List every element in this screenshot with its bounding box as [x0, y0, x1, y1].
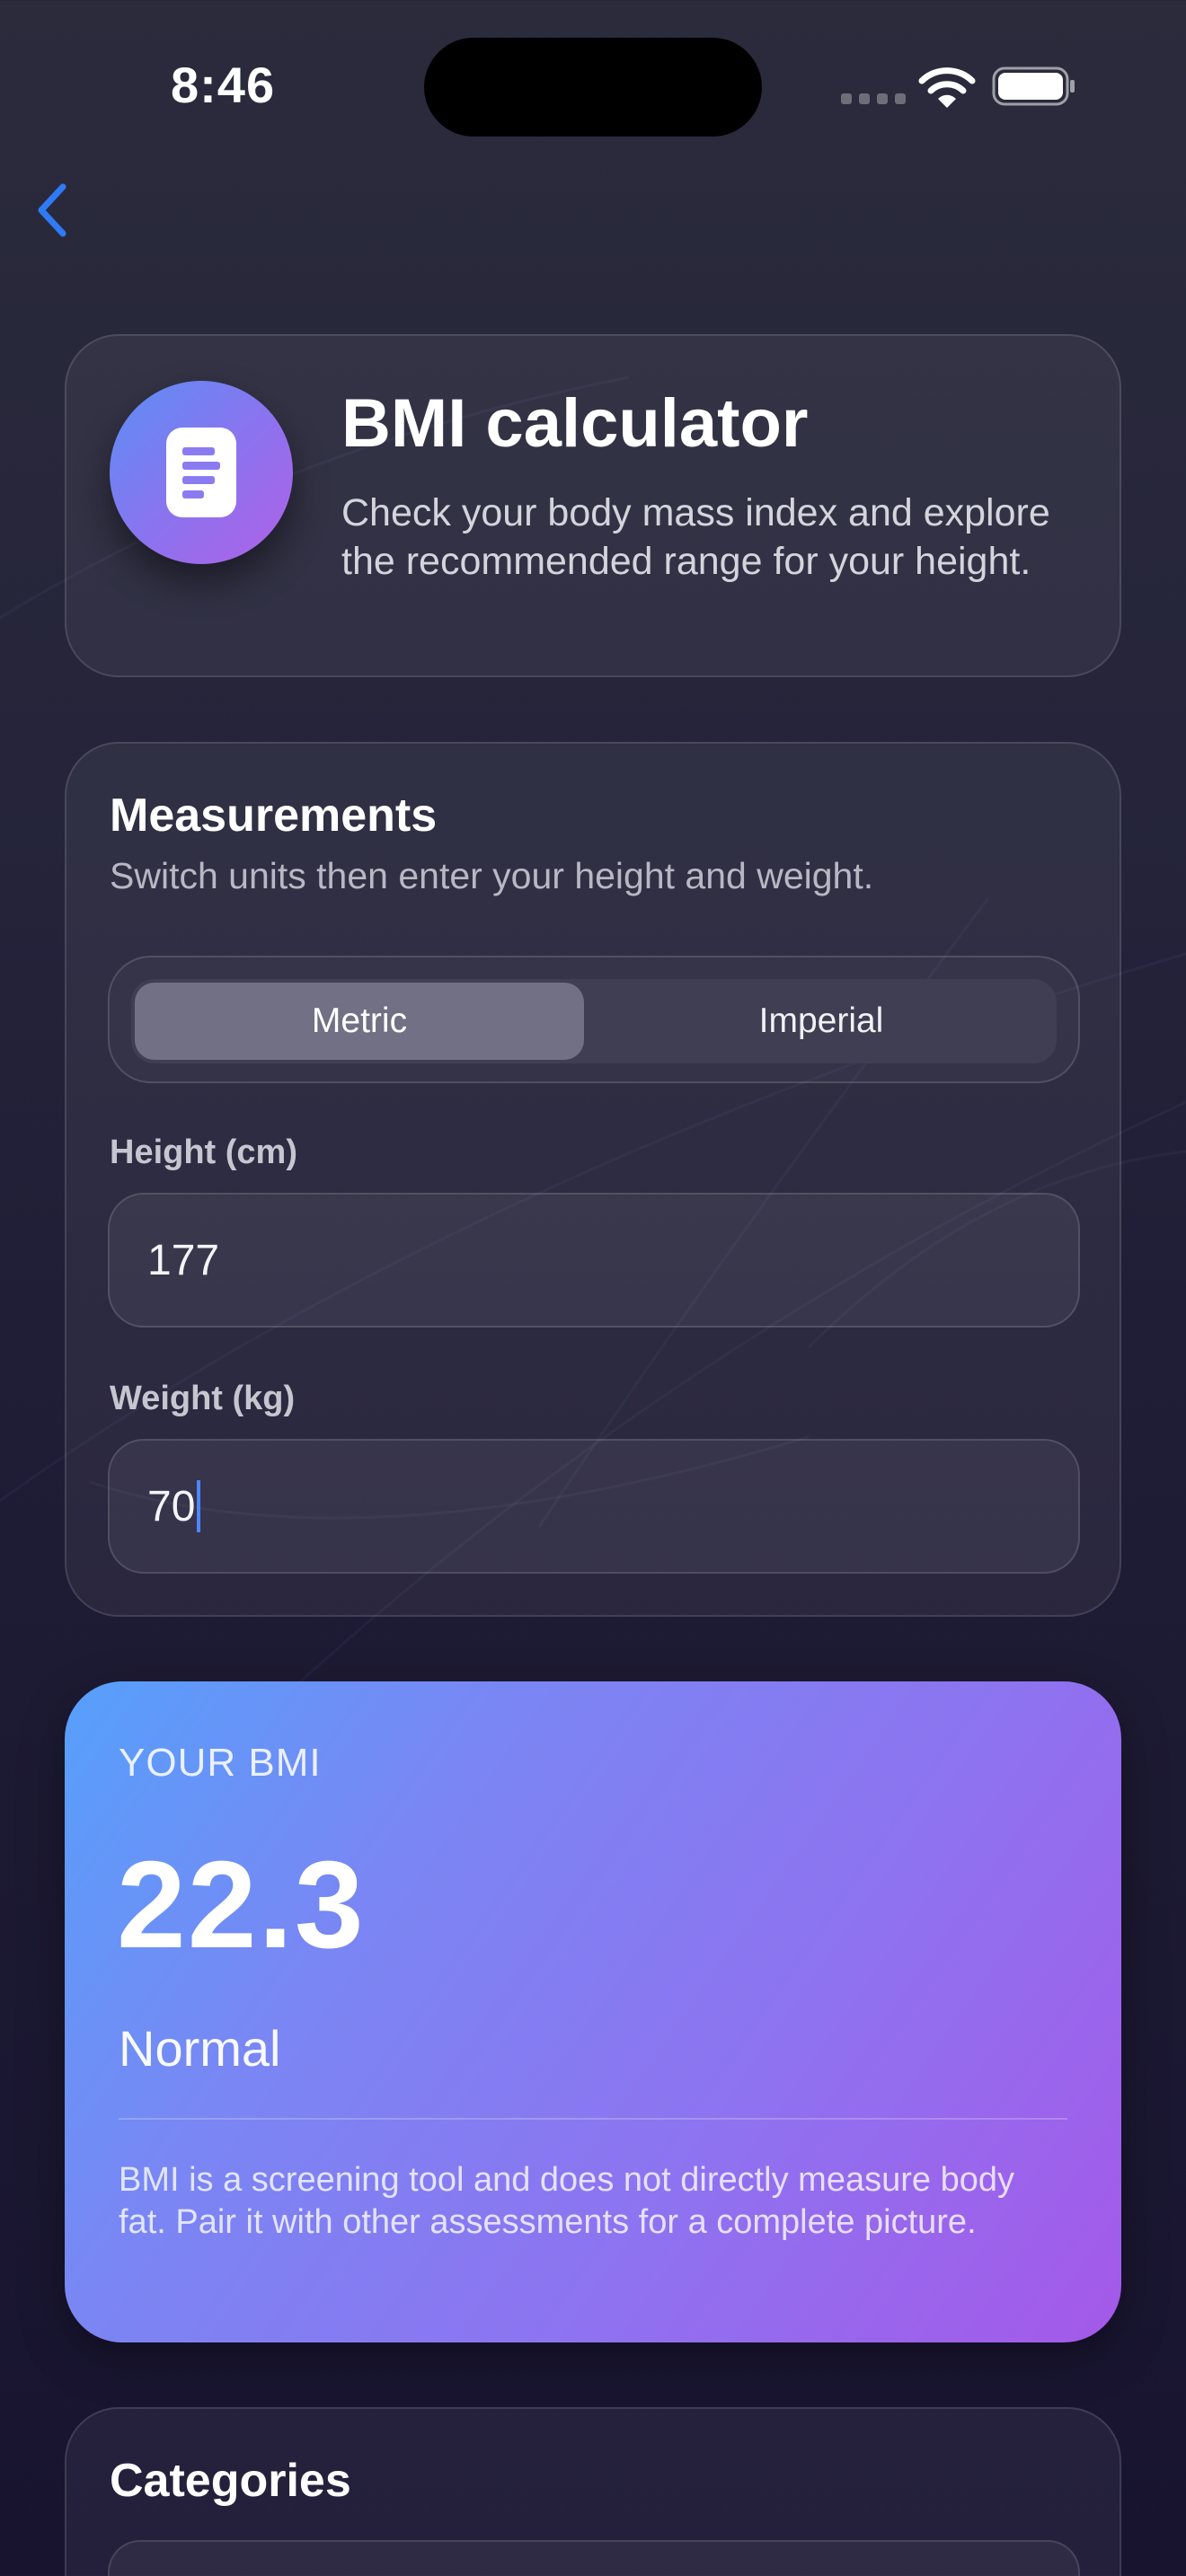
- header-card: BMI calculator Check your body mass inde…: [65, 334, 1121, 677]
- document-icon: [166, 428, 236, 517]
- category-row: [108, 2540, 1080, 2576]
- wifi-icon: [918, 67, 976, 108]
- text-cursor: [197, 1480, 201, 1532]
- height-label: Height (cm): [110, 1134, 297, 1171]
- bmi-category: Normal: [119, 2020, 281, 2077]
- status-time: 8:46: [171, 57, 276, 113]
- dynamic-island: [424, 38, 762, 137]
- weight-value: 70: [147, 1482, 196, 1531]
- measurements-card: Measurements Switch units then enter you…: [65, 742, 1121, 1617]
- page-title: BMI calculator: [341, 385, 809, 462]
- app-icon: [110, 381, 293, 564]
- result-label: YOUR BMI: [119, 1741, 322, 1785]
- cellular-signal-icon: [841, 93, 906, 104]
- unit-segmented-control: Metric Imperial: [108, 956, 1080, 1083]
- height-value: 177: [147, 1236, 220, 1284]
- battery-icon: [992, 66, 1075, 106]
- categories-title: Categories: [110, 2455, 351, 2507]
- measurements-subtitle: Switch units then enter your height and …: [110, 855, 874, 896]
- divider: [119, 2118, 1067, 2120]
- height-input[interactable]: 177: [108, 1193, 1080, 1328]
- segment-imperial[interactable]: Imperial: [589, 983, 1053, 1060]
- weight-input[interactable]: 70: [108, 1439, 1080, 1574]
- bmi-result-card: YOUR BMI 22.3 Normal BMI is a screening …: [65, 1681, 1121, 2342]
- back-button[interactable]: [27, 176, 77, 244]
- measurements-title: Measurements: [110, 790, 438, 842]
- chevron-left-icon: [38, 183, 66, 237]
- weight-label: Weight (kg): [110, 1380, 296, 1417]
- segment-metric[interactable]: Metric: [135, 983, 584, 1060]
- result-note: BMI is a screening tool and does not dir…: [119, 2161, 1014, 2241]
- categories-card: Categories: [65, 2407, 1121, 2576]
- page-description: Check your body mass index and explore t…: [341, 491, 1050, 583]
- segment-track: Metric Imperial: [131, 979, 1057, 1063]
- bmi-value: 22.3: [117, 1836, 366, 1974]
